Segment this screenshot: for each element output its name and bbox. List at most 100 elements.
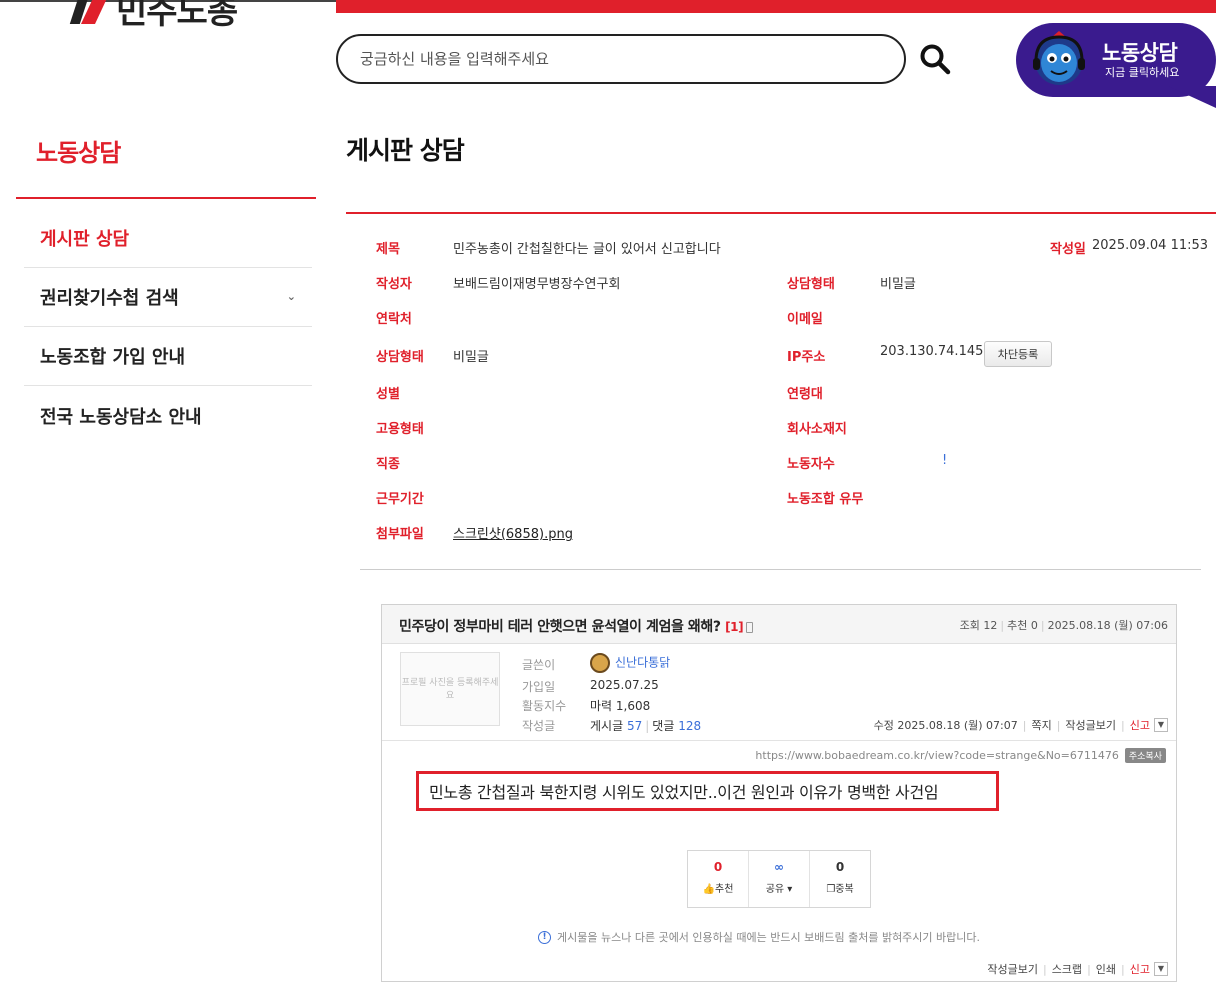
page-title: 게시판 상담 [346,136,465,165]
posts-text: 게시글 [590,719,624,733]
job-label: 직종 [376,457,400,472]
screenshot-header: 민주당이 정부마비 테러 안햇으면 윤석열이 계엄을 왜해? [1] 조회 12… [382,605,1176,644]
work-period-label: 근무기간 [376,492,424,507]
search-input[interactable] [360,50,904,68]
posts-label: 작성글 [522,719,556,733]
avatar [590,653,610,673]
view-posts-link: 작성글보기 [1065,719,1117,732]
share-icon: ∞ [774,860,784,874]
recommend-text: 추천 [715,884,734,895]
sidebar-divider [16,197,316,199]
share-label: 공유 ▾ [765,884,793,895]
duplicate-icon: ❐ [826,884,836,895]
bottom-report: 신고 [1129,963,1150,976]
info-icon: ! [538,930,551,944]
sidebar-item-label: 노동조합 가입 안내 [40,347,186,368]
mobile-icon [746,621,754,633]
consult-banner-title: 노동상담 [1102,41,1178,65]
attachment-link[interactable]: 스크린샷(6858).png [453,523,573,542]
posts-value: 게시글 57 | 댓글 128 [590,719,702,733]
age-label: 연령대 [787,387,823,402]
content-divider [360,569,1201,570]
bottom-print: 인쇄 [1095,963,1117,976]
comments-text: 댓글 [652,719,675,733]
source-notice-text: 게시물을 뉴스나 다른 곳에서 인용하실 때에는 반드시 보배드림 출처를 밝혀… [557,931,981,944]
message-link: 쪽지 [1031,719,1052,732]
consult-type2-label: 상담형태 [376,350,424,365]
report-link: 신고 [1129,719,1150,732]
vote-box: 0 👍추천 ∞ 공유 ▾ 0 ❐중복 [687,850,871,908]
sidebar-item-board-consult[interactable]: 게시판 상담 [24,209,312,268]
recommend-value: 0 [1030,619,1038,632]
joined-value: 2025.07.25 [590,678,659,692]
writer-name: 신난다통닭 [615,655,671,670]
views-label: 조회 [959,619,980,632]
author-value: 보배드림이재명무병장수연구회 [453,277,621,292]
dropdown-icon: ▼ [1154,962,1168,976]
share-text: 공유 [765,884,785,895]
duplicate-text: 중복 [835,884,854,895]
attached-screenshot: 민주당이 정부마비 테러 안햇으면 윤석열이 계엄을 왜해? [1] 조회 12… [381,604,1177,982]
post-date: 2025.08.18 (월) 07:06 [1047,619,1168,632]
posts-count: 57 [626,719,643,733]
duplicate-vote: 0 ❐중복 [810,851,870,907]
logo-mark-icon [69,0,110,26]
gender-label: 성별 [376,387,400,402]
contact-label: 연락처 [376,312,412,327]
sidebar-item-label: 권리찾기수첩 검색 [40,288,179,309]
date-value: 2025.09.04 11:53 [1092,238,1209,253]
date-label: 작성일 [1050,242,1086,257]
subject-label: 제목 [376,242,400,257]
ip-value: 203.130.74.145 [880,344,984,359]
writer-value: 신난다통닭 [590,653,670,673]
author-label: 작성자 [376,277,412,292]
sidebar-item-rights-search[interactable]: 권리찾기수첩 검색 ⌄ [24,268,312,327]
screenshot-post-title: 민주당이 정부마비 테러 안햇으면 윤석열이 계엄을 왜해? [1] [399,616,754,636]
attachment-label: 첨부파일 [376,527,424,542]
consult-banner-subtitle: 지금 클릭하세요 [1105,66,1180,79]
consult-type2-value: 비밀글 [453,350,489,365]
recommend-count: 0 [713,860,723,874]
sidebar-item-label: 전국 노동상담소 안내 [40,406,202,428]
activity-value: 마력 1,608 [590,699,651,713]
site-logo[interactable]: 민주노총 [69,0,238,32]
subject-value: 민주농총이 간첩칠한다는 글이 있어서 신고합니다 [453,242,721,257]
search-box [336,34,906,84]
consult-type-value: 비밀글 [880,277,916,292]
sidebar-menu: 게시판 상담 권리찾기수첩 검색 ⌄ 노동조합 가입 안내 전국 노동상담소 안내 [24,209,312,445]
chevron-down-icon[interactable]: ⌄ [287,290,296,303]
screenshot-bottom-row: 작성글보기 | 스크랩 | 인쇄 | 신고 ▼ [987,961,1168,977]
sidebar-item-union-join[interactable]: 노동조합 가입 안내 [24,327,312,386]
screenshot-edit-row: 수정 2025.08.18 (월) 07:07 | 쪽지 | 작성글보기 | 신고 ▼ [874,717,1168,733]
top-accent-bar [336,0,1216,13]
dropdown-icon: ▼ [1154,718,1168,732]
email-label: 이메일 [787,312,823,327]
share-vote: ∞ 공유 ▾ [749,851,810,907]
screenshot-title-text: 민주당이 정부마비 테러 안햇으면 윤석열이 계엄을 왜해? [399,619,721,635]
duplicate-label: ❐중복 [810,880,870,895]
ip-label: IP주소 [787,350,826,365]
copy-url-tag: 주소복사 [1124,748,1166,763]
source-notice: ! 게시물을 뉴스나 다른 곳에서 인용하실 때에는 반드시 보배드림 출처를 … [538,929,980,945]
thumbs-up-icon: 👍 [702,884,716,895]
duplicate-count: 0 [835,860,845,874]
screenshot-url: https://www.bobaedream.co.kr/view?code=s… [755,749,1119,762]
screenshot-stats: 조회 12 | 추천 0 | 2025.08.18 (월) 07:06 [959,619,1168,632]
company-location-label: 회사소재지 [787,422,847,437]
profile-placeholder: 프로필 사진을 등록해주세요 [400,652,500,726]
screenshot-url-row: https://www.bobaedream.co.kr/view?code=s… [755,748,1166,763]
search-icon[interactable] [918,42,952,76]
screenshot-comment-count: [1] [725,620,744,634]
sidebar-item-consult-centers[interactable]: 전국 노동상담소 안내 [24,386,312,445]
block-register-button[interactable]: 차단등록 [984,341,1052,367]
activity-label: 활동지수 [522,699,567,713]
consult-banner[interactable]: 노동상담 지금 클릭하세요 [1016,23,1216,108]
comments-count: 128 [678,719,702,733]
logo-text: 민주노총 [116,0,238,32]
sidebar-item-label: 게시판 상담 [40,229,130,250]
recommend-vote: 0 👍추천 [688,851,749,907]
consult-type-label: 상담형태 [787,277,835,292]
joined-label: 가입일 [522,680,556,694]
workers-value: ! [942,453,948,468]
page-title-divider [346,212,1216,214]
